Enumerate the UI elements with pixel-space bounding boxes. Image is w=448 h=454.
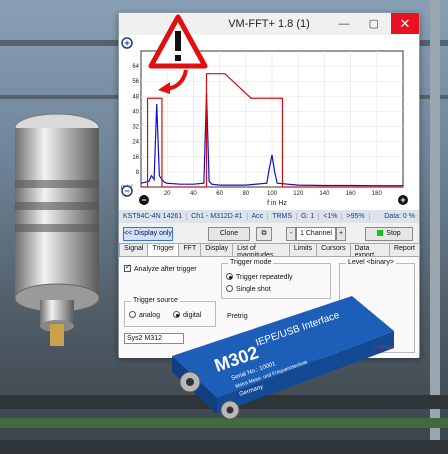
level-label: Level <binary>	[346, 259, 396, 266]
trms-label[interactable]: TRMS	[268, 213, 298, 220]
tab-signal[interactable]: Signal	[119, 243, 149, 256]
tab-limits[interactable]: Limits	[288, 243, 318, 256]
stop-icon	[377, 230, 384, 236]
tab-report[interactable]: Report	[388, 243, 420, 256]
y-tick-label: 32	[132, 125, 139, 131]
window-title: VM-FFT+ 1.8 (1)	[228, 18, 310, 30]
clone-button[interactable]: Clone	[208, 227, 250, 241]
y-tick-label: 40	[132, 109, 139, 115]
svg-text:−: −	[124, 186, 129, 196]
brand-text: nomic	[375, 344, 394, 351]
tab-display[interactable]: Display	[200, 243, 234, 256]
analog-label: analog	[139, 312, 161, 319]
svg-text:+: +	[400, 195, 405, 205]
tab-fft[interactable]: FFT	[178, 243, 202, 256]
accelerometer-sensor-image	[14, 113, 100, 346]
svg-text:+: +	[124, 38, 129, 48]
channel-count: 1 Channel	[296, 227, 336, 241]
trigger-mode-label: Trigger mode	[228, 259, 274, 266]
status-bar: KST94C-4N 14261 Ch1 - M312D #1 Acc TRMS …	[119, 210, 419, 223]
data-percent-label: Data: 0 %	[384, 213, 415, 220]
x-tick-label: 80	[242, 191, 249, 197]
low-percent-label: <1%	[319, 213, 343, 220]
y-tick-label: 24	[132, 140, 139, 146]
x-tick-label: 180	[372, 191, 383, 197]
display-only-button[interactable]: << Display only	[123, 227, 173, 241]
repeatedly-radio[interactable]	[226, 273, 233, 280]
m302-interface-device: IEPE/USB Interface M302 Serial No.: 1000…	[172, 296, 394, 420]
channel-minus-button[interactable]: -	[286, 227, 296, 241]
minimize-maximize-icons[interactable]: — ▢	[339, 13, 387, 35]
y-tick-label: 64	[132, 64, 139, 70]
stop-button[interactable]: Stop	[365, 227, 413, 241]
tab-trigger[interactable]: Trigger	[147, 243, 180, 256]
analyze-checkbox[interactable]	[124, 263, 131, 272]
x-tick-label: 40	[190, 191, 197, 197]
tab-cursors[interactable]: Cursors	[316, 243, 351, 256]
trigger-repeatedly-option[interactable]: Trigger repeatedly	[226, 273, 293, 281]
analyze-label: Analyze after trigger	[134, 266, 197, 273]
mode-label[interactable]: Acc	[248, 213, 269, 220]
svg-text:−: −	[141, 195, 146, 205]
warning-icon	[148, 14, 208, 94]
gain-label[interactable]: G: 1	[297, 213, 320, 220]
y-tick-label: 48	[132, 94, 139, 100]
x-tick-label: 60	[216, 191, 223, 197]
x-tick-label: 100	[267, 191, 278, 197]
channel-label[interactable]: Ch1 - M312D #1	[187, 213, 248, 220]
sensor-label[interactable]: KST94C-4N 14261	[119, 213, 188, 220]
tab-list-of-magnitudes[interactable]: List of magnitudes	[232, 243, 290, 259]
analyze-after-trigger-option[interactable]: Analyze after trigger	[124, 263, 197, 273]
x-tick-label: 120	[293, 191, 304, 197]
x-tick-label: 160	[346, 191, 357, 197]
close-button[interactable]: ✕	[391, 13, 419, 34]
copy-icon[interactable]: ⧉	[256, 227, 272, 241]
analog-radio[interactable]	[129, 311, 136, 318]
y-tick-label: 16	[132, 155, 139, 161]
x-tick-label: 140	[319, 191, 330, 197]
x-axis-label: f in Hz	[267, 200, 287, 207]
y-tick-label: 56	[132, 79, 139, 85]
tab-bar: Signal Trigger FFT Display List of magni…	[119, 243, 420, 259]
y-tick-label: 8	[136, 170, 140, 176]
high-percent-label: >95%	[342, 213, 370, 220]
repeatedly-label: Trigger repeatedly	[236, 274, 293, 281]
stop-label: Stop	[386, 230, 401, 237]
analog-option[interactable]: analog	[129, 311, 160, 319]
x-tick-label: 20	[164, 191, 171, 197]
channel-plus-button[interactable]: +	[336, 227, 346, 241]
tab-data-export[interactable]: Data export	[349, 243, 390, 259]
